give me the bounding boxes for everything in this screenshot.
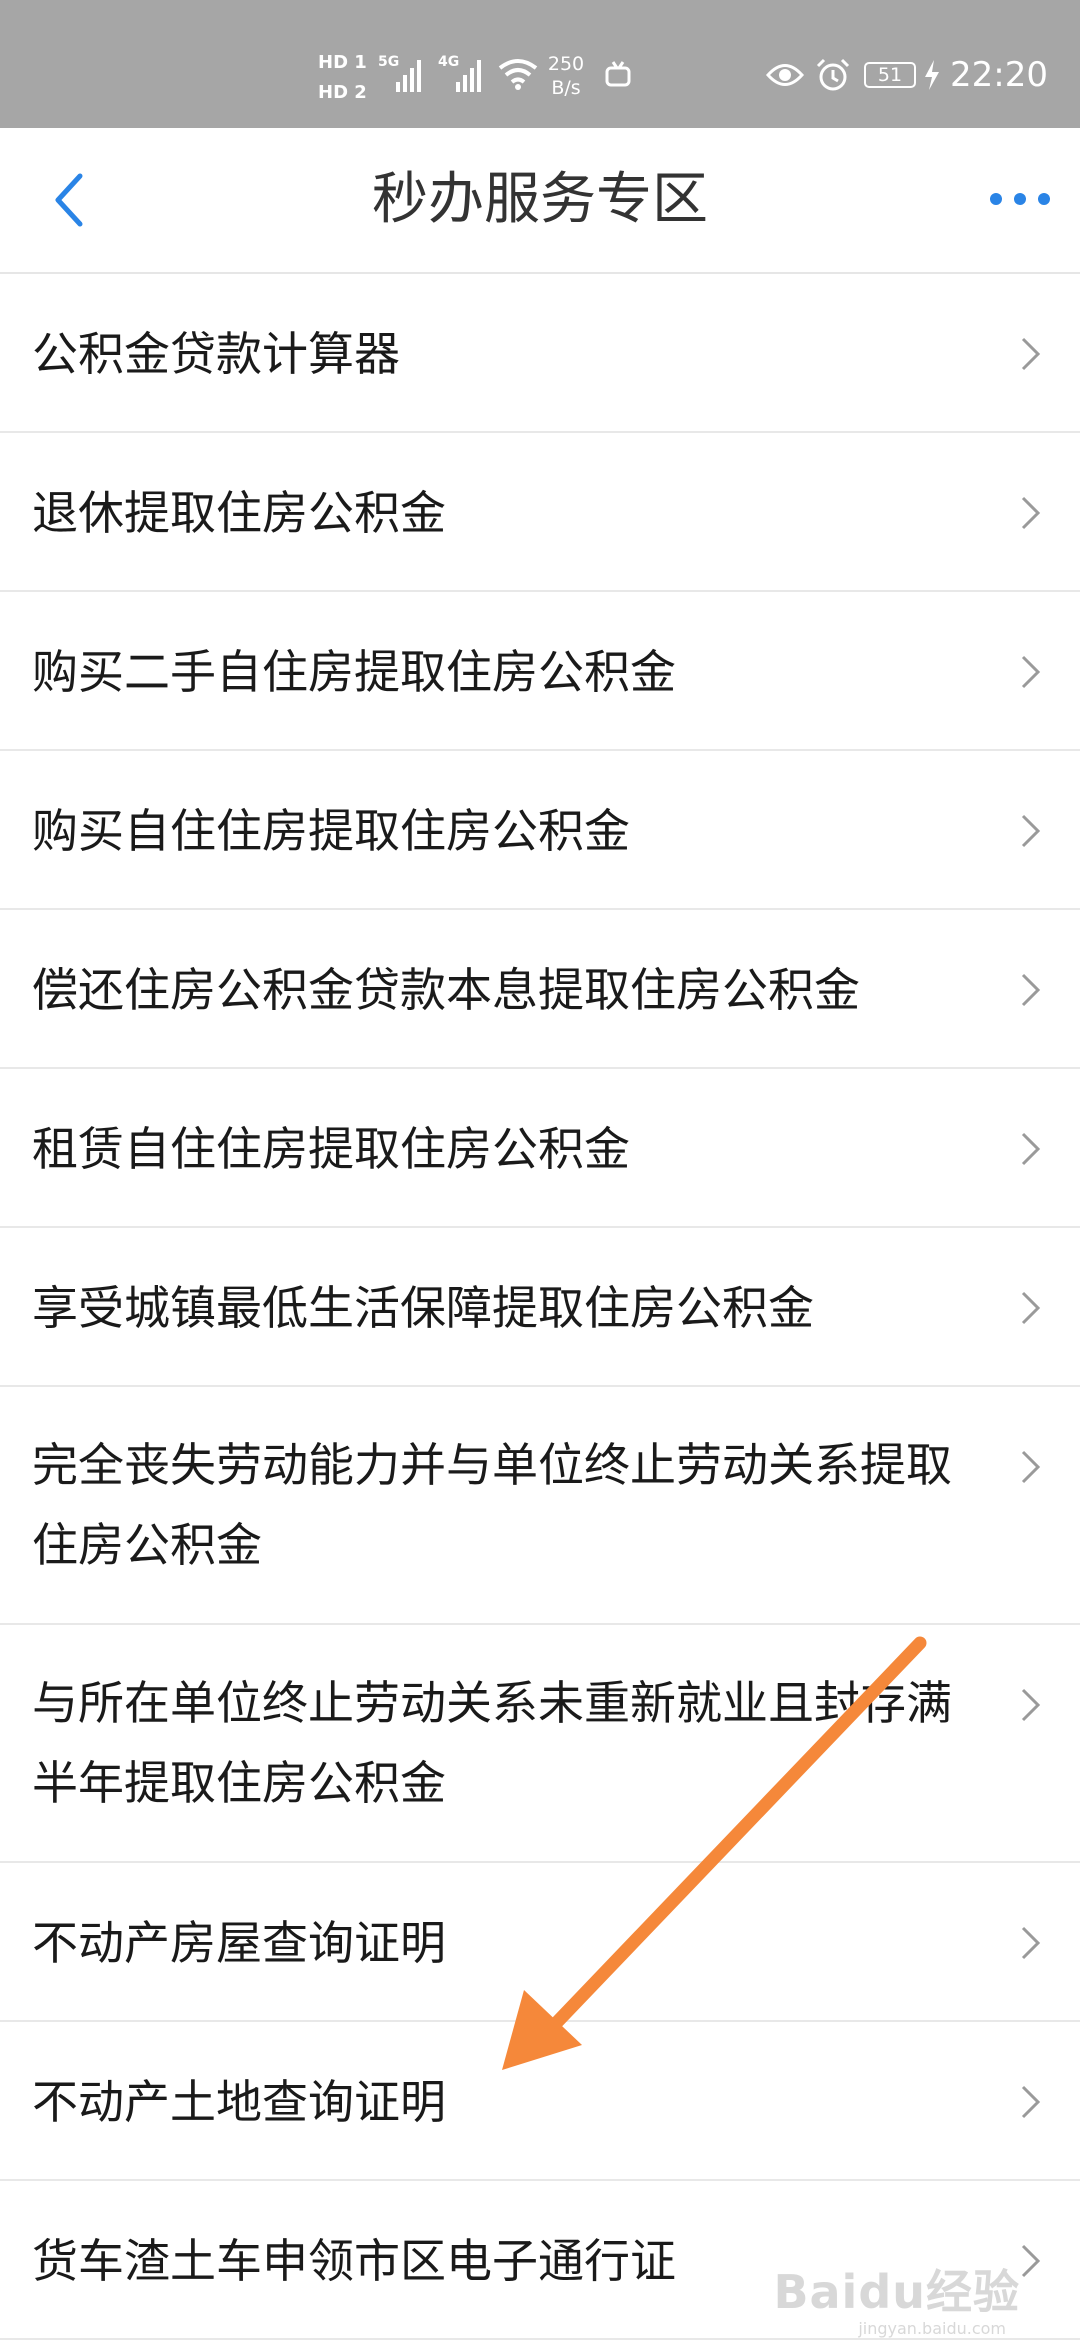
list-item-loan-calculator[interactable]: 公积金贷款计算器 bbox=[0, 274, 1080, 433]
list-item-label: 退休提取住房公积金 bbox=[32, 486, 446, 540]
list-item-purchase[interactable]: 购买自住住房提取住房公积金 bbox=[0, 751, 1080, 910]
chevron-right-icon bbox=[1021, 1132, 1041, 1166]
chevron-right-icon bbox=[1021, 973, 1041, 1007]
list-item-property-house-certificate[interactable]: 不动产房屋查询证明 bbox=[0, 1863, 1080, 2022]
hd1-label: HD 1 bbox=[318, 52, 367, 73]
list-item-label: 不动产土地查询证明 bbox=[32, 2075, 446, 2129]
charging-icon bbox=[925, 60, 939, 90]
chevron-right-icon bbox=[1021, 496, 1041, 530]
chevron-right-icon bbox=[1021, 337, 1041, 371]
list-item-property-land-certificate[interactable]: 不动产土地查询证明 bbox=[0, 2022, 1080, 2181]
battery-icon: 51 bbox=[864, 62, 916, 88]
list-item-labor-capacity-loss[interactable]: 完全丧失劳动能力并与单位终止劳动关系提取住房公积金 bbox=[0, 1387, 1080, 1625]
list-item-label: 享受城镇最低生活保障提取住房公积金 bbox=[32, 1281, 814, 1335]
eye-comfort-icon bbox=[766, 64, 804, 86]
speed-unit: B/s bbox=[551, 77, 581, 99]
list-item-label: 不动产房屋查询证明 bbox=[32, 1916, 446, 1970]
speed-value: 250 bbox=[547, 53, 585, 75]
wifi-icon bbox=[498, 59, 538, 90]
list-item-label: 公积金贷款计算器 bbox=[32, 327, 400, 381]
list-item-employment-terminated[interactable]: 与所在单位终止劳动关系未重新就业且封存满半年提取住房公积金 bbox=[0, 1625, 1080, 1863]
chevron-right-icon bbox=[1021, 1450, 1041, 1484]
list-item-label: 偿还住房公积金贷款本息提取住房公积金 bbox=[32, 963, 860, 1017]
list-item-second-hand-purchase[interactable]: 购买二手自住房提取住房公积金 bbox=[0, 592, 1080, 751]
alarm-icon bbox=[816, 58, 850, 91]
status-bar: HD 1 HD 2 5G 4G 250 B/s 51 22:20 bbox=[0, 0, 1080, 128]
list-item-retirement-withdrawal[interactable]: 退休提取住房公积金 bbox=[0, 433, 1080, 592]
hd2-label: HD 2 bbox=[318, 82, 367, 103]
more-dots-icon[interactable] bbox=[988, 186, 1052, 212]
navigation-bar: 秒办服务专区 bbox=[0, 128, 1080, 274]
network-speed: 250 B/s bbox=[546, 52, 586, 100]
service-list: 公积金贷款计算器 退休提取住房公积金 购买二手自住房提取住房公积金 购买自住住房… bbox=[0, 274, 1080, 2340]
tv-icon bbox=[605, 61, 631, 87]
list-item-label: 租赁自住住房提取住房公积金 bbox=[32, 1122, 630, 1176]
list-item-label: 购买自住住房提取住房公积金 bbox=[32, 804, 630, 858]
baidu-watermark-url: jingyan.baidu.com bbox=[858, 2319, 1006, 2338]
list-item-label: 购买二手自住房提取住房公积金 bbox=[32, 645, 676, 699]
list-item-minimum-living[interactable]: 享受城镇最低生活保障提取住房公积金 bbox=[0, 1228, 1080, 1387]
chevron-right-icon bbox=[1021, 1926, 1041, 1960]
chevron-right-icon bbox=[1021, 814, 1041, 848]
page-title: 秒办服务专区 bbox=[372, 167, 708, 232]
chevron-right-icon bbox=[1021, 2244, 1041, 2278]
clock: 22:20 bbox=[950, 55, 1048, 95]
battery-level: 51 bbox=[877, 64, 903, 86]
list-item-label: 与所在单位终止劳动关系未重新就业且封存满半年提取住房公积金 bbox=[32, 1676, 952, 1810]
chevron-right-icon bbox=[1021, 1688, 1041, 1722]
chevron-right-icon bbox=[1021, 655, 1041, 689]
list-item-rental[interactable]: 租赁自住住房提取住房公积金 bbox=[0, 1069, 1080, 1228]
hd-indicator: HD 1 HD 2 bbox=[318, 48, 367, 108]
list-item-loan-repayment[interactable]: 偿还住房公积金贷款本息提取住房公积金 bbox=[0, 910, 1080, 1069]
chevron-right-icon bbox=[1021, 2085, 1041, 2119]
list-item-label: 完全丧失劳动能力并与单位终止劳动关系提取住房公积金 bbox=[32, 1438, 952, 1572]
baidu-watermark: Baidu经验 bbox=[773, 2265, 1020, 2319]
chevron-right-icon bbox=[1021, 1291, 1041, 1325]
